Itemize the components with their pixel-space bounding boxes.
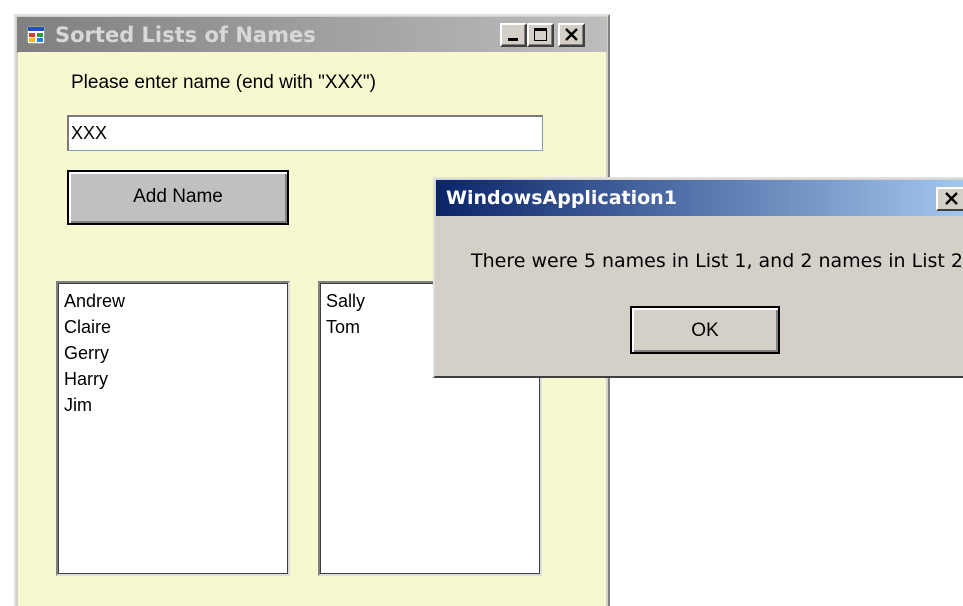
name-input[interactable] (67, 115, 543, 151)
add-name-button[interactable]: Add Name (67, 170, 289, 225)
windows-form-icon[interactable] (26, 25, 46, 45)
list-1-items: Andrew Claire Gerry Harry Jim (60, 288, 125, 418)
add-name-button-label: Add Name (133, 186, 223, 207)
main-titlebar[interactable]: Sorted Lists of Names (17, 17, 607, 53)
names-list-1[interactable]: Andrew Claire Gerry Harry Jim (56, 281, 290, 576)
minimize-icon (508, 38, 518, 41)
close-icon (565, 28, 578, 41)
maximize-button[interactable] (527, 23, 554, 47)
list-item[interactable]: Sally (322, 288, 365, 314)
message-box-titlebar[interactable]: WindowsApplication1 (436, 180, 963, 216)
message-box-title: WindowsApplication1 (446, 187, 677, 209)
ok-button-label: OK (691, 320, 719, 341)
list-item[interactable]: Gerry (60, 340, 125, 366)
minimize-button[interactable] (500, 23, 527, 47)
close-icon (945, 192, 958, 205)
list-2-items: Sally Tom (322, 288, 365, 340)
list-item[interactable]: Andrew (60, 288, 125, 314)
maximize-icon (534, 28, 547, 41)
close-button[interactable] (558, 23, 585, 47)
message-box: WindowsApplication1 There were 5 names i… (433, 177, 963, 378)
list-item[interactable]: Harry (60, 366, 125, 392)
ok-button[interactable]: OK (630, 306, 780, 354)
window-title: Sorted Lists of Names (55, 23, 316, 47)
list-item[interactable]: Jim (60, 392, 125, 418)
message-box-close-button[interactable] (936, 187, 963, 211)
list-item[interactable]: Claire (60, 314, 125, 340)
message-text: There were 5 names in List 1, and 2 name… (471, 250, 963, 272)
list-item[interactable]: Tom (322, 314, 365, 340)
prompt-label: Please enter name (end with "XXX") (71, 72, 376, 93)
